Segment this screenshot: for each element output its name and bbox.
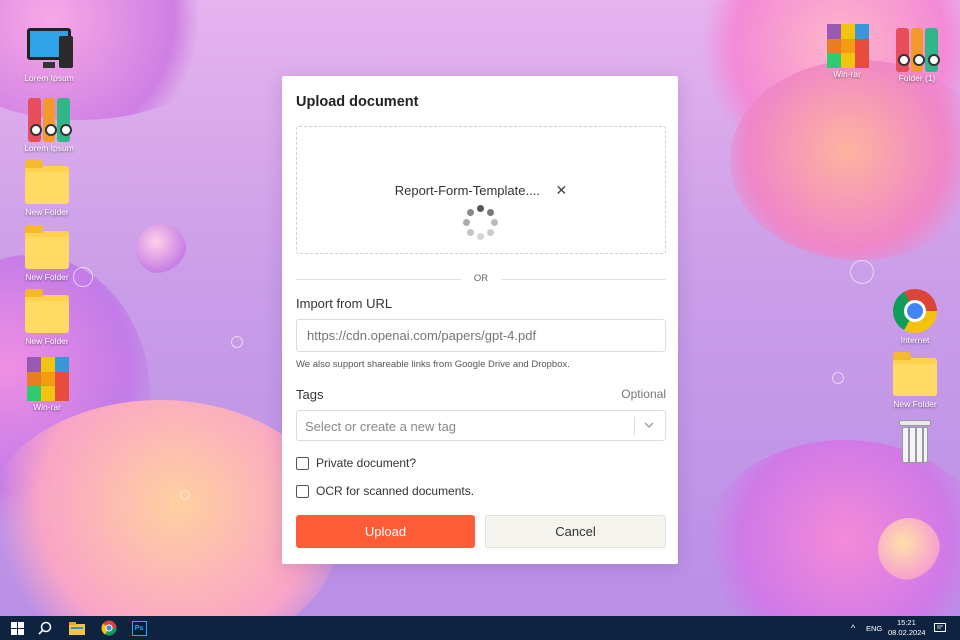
private-document-option[interactable]: Private document?: [296, 456, 416, 470]
file-explorer-icon[interactable]: [62, 616, 92, 640]
desktop-icon-winrar[interactable]: Win-rar: [10, 355, 84, 412]
computer-icon: [25, 26, 73, 72]
file-name: Report-Form-Template....: [394, 183, 540, 198]
tags-select[interactable]: Select or create a new tag: [296, 410, 666, 441]
binders-icon: [893, 26, 941, 72]
import-url-label: Import from URL: [296, 296, 393, 311]
language-indicator[interactable]: ENG: [866, 624, 882, 633]
binders-icon: [25, 96, 73, 142]
clock-time[interactable]: 15:21: [897, 618, 916, 627]
private-document-checkbox[interactable]: [296, 456, 309, 470]
desktop-icon-binders[interactable]: Lorem Ipsum: [12, 96, 86, 153]
desktop-icon-recycle-bin[interactable]: [878, 418, 952, 464]
tray-chevron-icon[interactable]: ^: [851, 623, 855, 633]
upload-document-dialog: Upload document Report-Form-Template....…: [282, 76, 678, 564]
windows-start-icon[interactable]: [2, 616, 32, 640]
file-dropzone[interactable]: Report-Form-Template.... ✕: [296, 126, 666, 254]
upload-button[interactable]: Upload: [296, 515, 475, 548]
ocr-checkbox[interactable]: [296, 484, 309, 498]
ocr-label: OCR for scanned documents.: [316, 484, 475, 498]
url-input[interactable]: [296, 319, 666, 352]
desktop-icon-new-folder-right[interactable]: New Folder: [878, 352, 952, 409]
taskbar: Ps ^ ENG 15:21 08.02.2024: [0, 616, 960, 640]
loading-spinner-icon: [463, 205, 499, 241]
photoshop-icon[interactable]: Ps: [124, 616, 154, 640]
folder-icon: [23, 160, 71, 206]
clock-date[interactable]: 08.02.2024: [888, 628, 926, 637]
desktop-icon-internet[interactable]: Internet: [878, 288, 952, 345]
desktop-icon-new-folder-2[interactable]: New Folder: [10, 225, 84, 282]
remove-file-icon[interactable]: ✕: [556, 182, 568, 199]
ocr-option[interactable]: OCR for scanned documents.: [296, 484, 474, 498]
desktop-icon-winrar-right[interactable]: Win-rar: [810, 22, 884, 79]
url-hint: We also support shareable links from Goo…: [296, 359, 570, 370]
desktop-icon-folder-1[interactable]: Folder (1): [880, 26, 954, 83]
tags-optional-label: Optional: [621, 387, 666, 401]
tags-placeholder: Select or create a new tag: [305, 419, 457, 434]
folder-icon: [891, 352, 939, 398]
or-divider: OR: [296, 273, 666, 285]
search-icon[interactable]: [30, 616, 60, 640]
folder-icon: [23, 289, 71, 335]
chevron-down-icon: [644, 422, 654, 428]
desktop-icon-new-folder-1[interactable]: New Folder: [10, 160, 84, 217]
folder-icon: [23, 225, 71, 271]
winrar-icon: [23, 355, 71, 401]
chrome-taskbar-icon[interactable]: [94, 616, 124, 640]
tags-label: Tags: [296, 387, 324, 402]
cancel-button[interactable]: Cancel: [485, 515, 666, 548]
desktop-icon-computer[interactable]: Lorem Ipsum: [12, 26, 86, 83]
private-document-label: Private document?: [316, 456, 417, 470]
chrome-icon: [891, 288, 939, 334]
desktop-icon-new-folder-3[interactable]: New Folder: [10, 289, 84, 346]
notification-icon[interactable]: [928, 616, 952, 640]
winrar-icon: [823, 22, 871, 68]
recycle-bin-icon: [891, 418, 939, 464]
dialog-title: Upload document: [296, 94, 419, 110]
